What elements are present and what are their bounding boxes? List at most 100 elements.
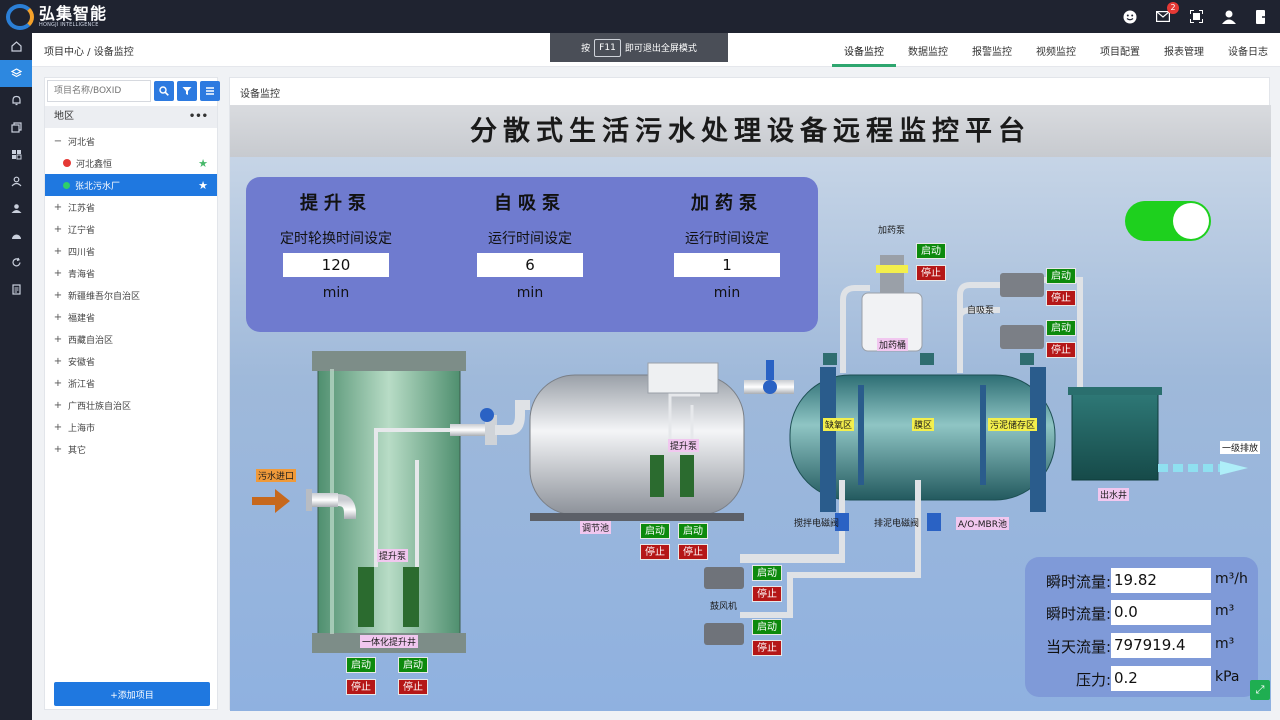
dosing-pump-time-input[interactable]: 1: [674, 253, 780, 277]
blower-1-stop-button[interactable]: 停止: [752, 586, 782, 602]
tab-device-monitor[interactable]: 设备监控: [832, 33, 896, 67]
tree-node-zhejiang[interactable]: + 浙江省: [45, 372, 217, 394]
dosing-pump-start-button[interactable]: 启动: [916, 243, 946, 259]
tree-node-hebei[interactable]: − 河北省: [45, 130, 217, 152]
tree-node-xinjiang[interactable]: + 新疆维吾尔自治区: [45, 284, 217, 306]
tree-label: 辽宁省: [68, 225, 96, 236]
blower-2-stop-button[interactable]: 停止: [752, 640, 782, 656]
mail-icon[interactable]: 2: [1155, 1, 1179, 25]
collapse-icon[interactable]: −: [53, 136, 63, 147]
blower-1-start-button[interactable]: 启动: [752, 565, 782, 581]
user-icon[interactable]: [1221, 9, 1237, 25]
tab-data-monitor[interactable]: 数据监控: [896, 33, 960, 67]
bell-icon[interactable]: [0, 87, 32, 114]
add-project-button[interactable]: +添加项目: [54, 682, 210, 706]
tab-report-manage[interactable]: 报表管理: [1152, 33, 1216, 67]
self-priming-pump-1-stop-button[interactable]: 停止: [1046, 290, 1076, 306]
flow-row: 瞬时流量: 19.82 m³/h: [1025, 568, 1258, 594]
expand-icon[interactable]: +: [53, 422, 63, 433]
lift-pump-2-start-button[interactable]: 启动: [398, 657, 428, 673]
brand-name-en: HONGJI INTELLIGENCE: [39, 21, 99, 28]
grid-icon[interactable]: [0, 141, 32, 168]
outlet-well-label: 出水井: [1098, 488, 1130, 501]
fullscreen-icon[interactable]: [1188, 9, 1204, 25]
filter-icon: [182, 87, 192, 95]
expand-icon[interactable]: +: [53, 290, 63, 301]
layers-icon[interactable]: [0, 60, 32, 87]
expand-icon[interactable]: +: [53, 224, 63, 235]
star-icon[interactable]: ★: [198, 179, 208, 192]
expand-icon[interactable]: +: [53, 268, 63, 279]
expand-icon[interactable]: +: [53, 356, 63, 367]
expand-icon[interactable]: +: [53, 378, 63, 389]
tab-device-log[interactable]: 设备日志: [1216, 33, 1280, 67]
lift-pump-1: [358, 567, 374, 627]
tree-node-guangxi[interactable]: + 广西壮族自治区: [45, 394, 217, 416]
tree-node-sichuan[interactable]: + 四川省: [45, 240, 217, 262]
star-icon[interactable]: ★: [198, 157, 208, 170]
expand-icon[interactable]: +: [53, 444, 63, 455]
outlet-tank: [1071, 389, 1159, 481]
self-priming-pump-2-start-button[interactable]: 启动: [1046, 320, 1076, 336]
copy-icon[interactable]: [0, 114, 32, 141]
flow-value: 0.2: [1111, 666, 1211, 691]
lift-pump-2-stop-button[interactable]: 停止: [398, 679, 428, 695]
home-icon[interactable]: [0, 33, 32, 60]
tab-video-monitor[interactable]: 视频监控: [1024, 33, 1088, 67]
self-priming-pump-time-input[interactable]: 6: [477, 253, 583, 277]
pump-setting-label: 运行时间设定: [685, 231, 769, 247]
search-button[interactable]: [154, 81, 174, 101]
filter-button[interactable]: [177, 81, 197, 101]
tree-node-shanghai[interactable]: + 上海市: [45, 416, 217, 438]
self-priming-pump-1-start-button[interactable]: 启动: [1046, 268, 1076, 284]
logo-icon: [6, 3, 34, 30]
tree-node-hebei-xinheng[interactable]: 河北鑫恒 ★: [45, 152, 217, 174]
lift-pump-time-input[interactable]: 120: [283, 253, 389, 277]
blower-2-start-button[interactable]: 启动: [752, 619, 782, 635]
tree-node-liaoning[interactable]: + 辽宁省: [45, 218, 217, 240]
search-input[interactable]: [47, 80, 151, 102]
tree-node-zhangbei[interactable]: 张北污水厂 ★: [45, 174, 217, 196]
regulating-pump-2-stop-button[interactable]: 停止: [678, 544, 708, 560]
tree-node-jiangsu[interactable]: + 江苏省: [45, 196, 217, 218]
tab-alarm-monitor[interactable]: 报警监控: [960, 33, 1024, 67]
regulating-pump-1-stop-button[interactable]: 停止: [640, 544, 670, 560]
sludge-zone-label: 污泥储存区: [988, 418, 1038, 431]
lift-pump-1-stop-button[interactable]: 停止: [346, 679, 376, 695]
expand-icon[interactable]: +: [53, 312, 63, 323]
expand-icon[interactable]: +: [53, 202, 63, 213]
pump-name: 提升泵: [300, 193, 372, 214]
dosing-pump-stop-button[interactable]: 停止: [916, 265, 946, 281]
list-button[interactable]: [200, 81, 220, 101]
inlet-arrow: [252, 489, 290, 513]
flow-label: 瞬时流量:: [1045, 573, 1111, 591]
smile-icon[interactable]: [1122, 9, 1138, 25]
system-switch[interactable]: [1125, 201, 1211, 241]
expand-icon[interactable]: +: [53, 334, 63, 345]
expand-icon[interactable]: +: [53, 400, 63, 411]
expand-icon[interactable]: +: [53, 246, 63, 257]
blower-1: [704, 567, 744, 589]
person-icon[interactable]: [0, 168, 32, 195]
lift-pump-1-start-button[interactable]: 启动: [346, 657, 376, 673]
doc-icon[interactable]: [0, 276, 32, 303]
logout-icon[interactable]: [1254, 9, 1270, 25]
pump-unit: min: [322, 285, 350, 301]
tab-project-config[interactable]: 项目配置: [1088, 33, 1152, 67]
tree-node-anhui[interactable]: + 安徽省: [45, 350, 217, 372]
group-icon[interactable]: [0, 195, 32, 222]
expand-icon[interactable]: ⤢: [1250, 680, 1270, 700]
tree-node-qinghai[interactable]: + 青海省: [45, 262, 217, 284]
regulating-pump-1-start-button[interactable]: 启动: [640, 523, 670, 539]
tree-node-xizang[interactable]: + 西藏自治区: [45, 328, 217, 350]
pump-name: 加药泵: [691, 193, 763, 214]
regulating-pump-2-start-button[interactable]: 启动: [678, 523, 708, 539]
dashboard-icon[interactable]: [0, 222, 32, 249]
tree-label: 上海市: [68, 423, 96, 434]
tree-node-other[interactable]: + 其它: [45, 438, 217, 460]
tree-node-fujian[interactable]: + 福建省: [45, 306, 217, 328]
refresh-icon[interactable]: [0, 249, 32, 276]
flow-row: 压力: 0.2 kPa: [1025, 666, 1258, 692]
more-icon[interactable]: •••: [189, 106, 208, 128]
self-priming-pump-2-stop-button[interactable]: 停止: [1046, 342, 1076, 358]
